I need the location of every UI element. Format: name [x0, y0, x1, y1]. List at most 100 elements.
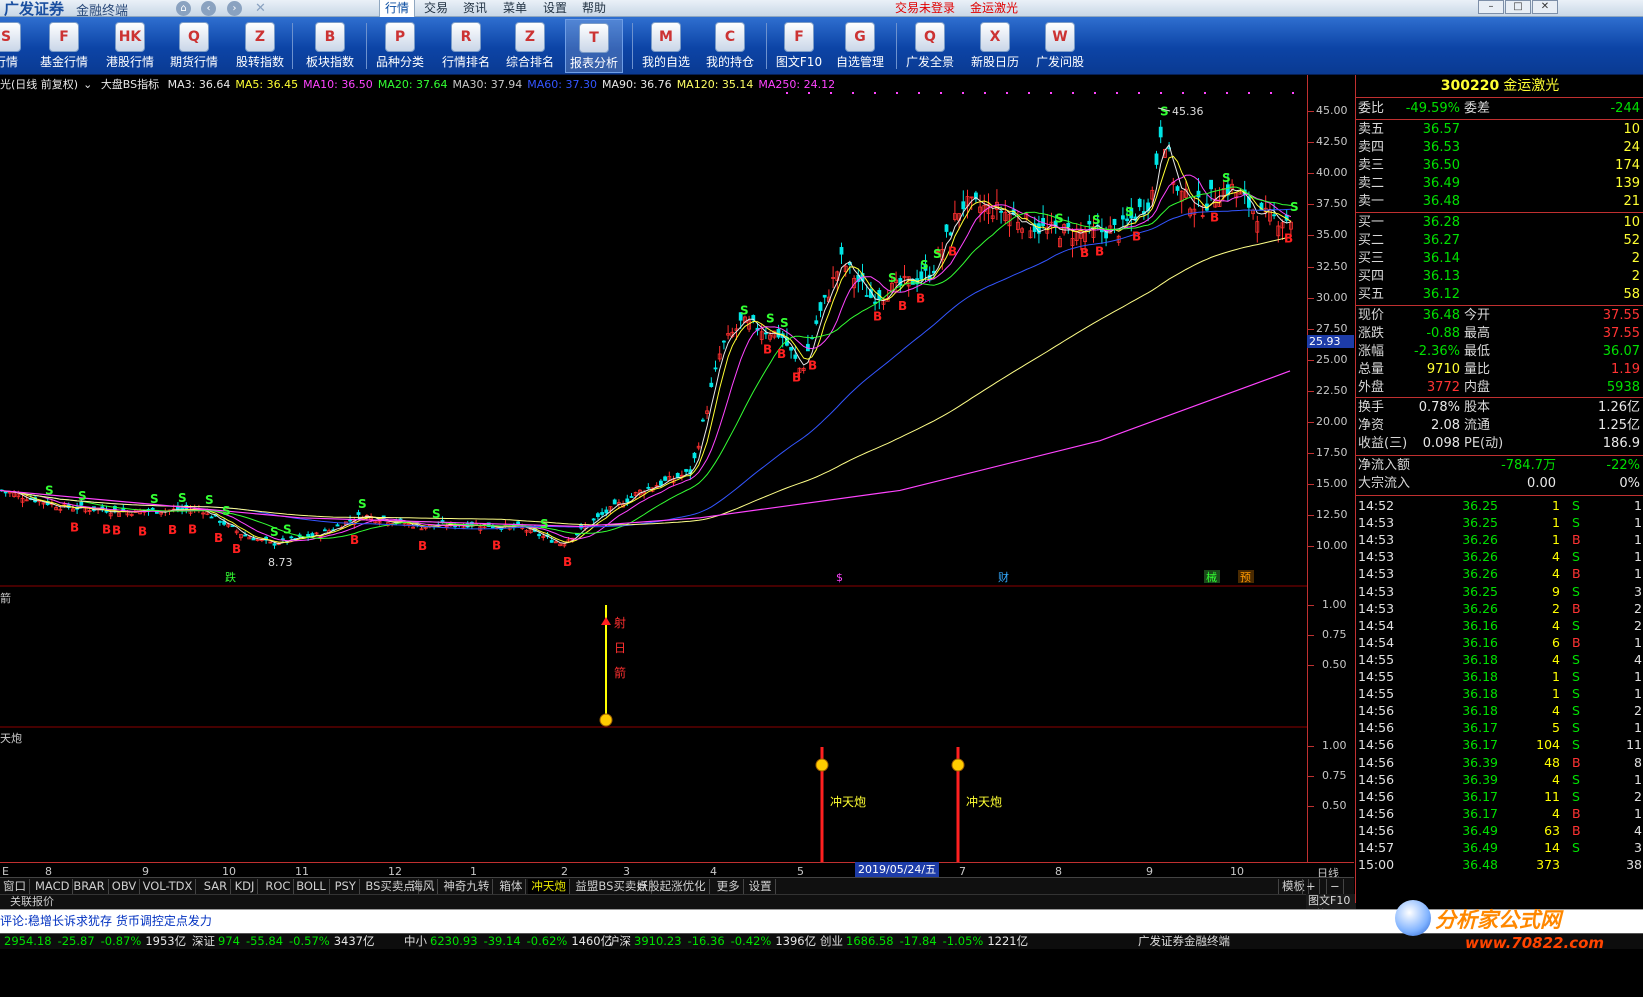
indicator-tab-7[interactable]: ROC	[262, 879, 295, 894]
indicator-tab-17[interactable]: 更多	[714, 879, 744, 894]
tab-right-1[interactable]: +	[1302, 879, 1320, 894]
chart-area[interactable]: BBBBBBBBBBBBBBBBBBBBBBBBBSSSSSSSSSSSSSSS…	[0, 75, 1308, 903]
toolbar-button-15[interactable]: X 新股日历	[965, 19, 1025, 73]
toolbar-button-6[interactable]: P 品种分类	[370, 19, 430, 73]
indicator-tab-6[interactable]: KDJ	[232, 879, 259, 894]
ma-legend: 光(日线 前复权) ⌄ 大盘BS指标 MA3: 36.64 MA5: 36.45 MA…	[0, 78, 845, 92]
toolbar-button-14[interactable]: Q 广发全景	[900, 19, 960, 73]
close-button[interactable]: ✕	[1532, 0, 1558, 14]
tools-icon[interactable]: ✕	[253, 1, 268, 16]
indicator-tab-8[interactable]: BOLL	[293, 879, 330, 894]
buy-marker: B	[1284, 232, 1293, 246]
news-text[interactable]: 评论:稳增长诉求犹存 货币调控定点发力	[0, 914, 212, 928]
indicator-tab-1[interactable]: MACD	[32, 879, 74, 894]
toolbar-button-10[interactable]: M 我的自选	[636, 19, 696, 73]
y-label: 42.50	[1316, 135, 1348, 149]
indicator-tab-13[interactable]: 箱体	[496, 879, 527, 894]
login-status[interactable]: 交易未登录	[895, 0, 955, 16]
quote-panel: 300220 金运激光 委比 -49.59% 委差 -244 卖五 36.57 10 卖四 36.5…	[1355, 75, 1643, 903]
indicator-tab-12[interactable]: 神奇九转	[440, 879, 494, 894]
related-quotes-bar[interactable]: 关联报价	[0, 894, 1354, 909]
tick-row-17: 14:56 36.17 11 S 2	[1358, 788, 1642, 804]
bid-row-0[interactable]: 买一 36.28 10	[1356, 214, 1643, 232]
back-icon[interactable]: ‹	[201, 1, 216, 16]
candle	[663, 476, 667, 481]
menu-4[interactable]: 设置	[538, 0, 572, 17]
toolbar-button-13[interactable]: G 自选管理	[830, 19, 890, 73]
f10-link[interactable]: 图文F10笔	[1306, 894, 1356, 921]
maximize-button[interactable]: □	[1505, 0, 1531, 14]
y-tick	[1308, 635, 1314, 636]
toolbar-button-3[interactable]: Q 期货行情	[164, 19, 224, 73]
y-tick	[1308, 173, 1314, 175]
indicator-tab-18[interactable]: 设置	[746, 879, 776, 894]
candle	[1158, 126, 1163, 138]
ask-row-1[interactable]: 卖四 36.53 24	[1356, 139, 1643, 157]
toolbar-button-4[interactable]: Z 股转指数	[230, 19, 290, 73]
menu-3[interactable]: 菜单	[498, 0, 532, 17]
minimize-button[interactable]: –	[1478, 0, 1504, 14]
tab-right-2[interactable]: −	[1326, 879, 1344, 894]
buy-marker: B	[102, 523, 111, 537]
toolbar-button-9[interactable]: T 报表分析	[565, 19, 623, 73]
indicator-tab-14[interactable]: 冲天炮	[528, 879, 570, 894]
indicator-tab-0[interactable]: 窗口	[0, 879, 30, 894]
home-icon[interactable]: ⌂	[176, 1, 191, 16]
indicator-tab-4[interactable]: VOL-TDX	[140, 879, 197, 894]
toolbar-button-12[interactable]: F 图文F10	[770, 19, 828, 73]
signal-dot-top	[984, 92, 986, 94]
indicator-tab-11[interactable]: 海风	[408, 879, 439, 894]
ask-row-0[interactable]: 卖五 36.57 10	[1356, 121, 1643, 139]
event-marker-1: $	[836, 571, 843, 584]
sell-marker: S	[283, 522, 292, 536]
toolbar-icon-5: B	[315, 22, 345, 52]
panel3-title: 天炮	[0, 732, 22, 745]
menu-5[interactable]: 帮助	[577, 0, 611, 17]
indicator-tab-2[interactable]: BRAR	[70, 879, 109, 894]
candle	[789, 346, 793, 351]
tick-row-2: 14:53 36.26 1 B 1	[1358, 532, 1642, 548]
bid-row-2[interactable]: 买三 36.14 2	[1356, 250, 1643, 268]
bid-row-3[interactable]: 买四 36.13 2	[1356, 268, 1643, 286]
indicator-tab-5[interactable]: SAR	[201, 879, 232, 894]
chart-title[interactable]: 光(日线 前复权)	[0, 78, 78, 91]
indicator-tab-9[interactable]: PSY	[332, 879, 360, 894]
indicator-name[interactable]: 大盘BS指标	[101, 78, 159, 91]
menu-0[interactable]: 行情	[379, 0, 416, 18]
indicator-tab-16[interactable]: 妖股起涨优化	[634, 879, 710, 894]
index-4[interactable]: 创业 1686.58 -17.84 -1.05% 1221亿	[820, 934, 1028, 949]
related-quotes-label[interactable]: 关联报价	[10, 895, 54, 908]
toolbar-label-11: 我的持仓	[705, 55, 754, 69]
candle	[793, 354, 798, 359]
ask-row-2[interactable]: 卖三 36.50 174	[1356, 157, 1643, 175]
candle	[243, 534, 248, 537]
toolbar-button-5[interactable]: B 板块指数	[300, 19, 360, 73]
candle	[217, 520, 222, 523]
title-menu-bar: 广发证券 金融终端 ⌂ ‹ › ✕ 行情 交易 资讯 菜单 设置 帮助 交易未登录 金运激…	[0, 0, 1643, 19]
y-label: 15.00	[1316, 477, 1348, 491]
candle	[591, 518, 596, 521]
candle	[209, 516, 214, 519]
index-2[interactable]: 中小 6230.93 -39.14 -0.62% 1460亿	[404, 934, 612, 949]
signal-dot-top	[1006, 92, 1008, 94]
bid-row-4[interactable]: 买五 36.12 58	[1356, 286, 1643, 304]
toolbar-button-1[interactable]: F 基金行情	[34, 19, 94, 73]
toolbar-button-11[interactable]: C 我的持仓	[700, 19, 760, 73]
index-0[interactable]: 2954.18 -25.87 -0.87% 1953亿	[4, 934, 186, 949]
toolbar-button-8[interactable]: Z 综合排名	[500, 19, 560, 73]
index-1[interactable]: 深证 974 -55.84 -0.57% 3437亿	[192, 934, 375, 949]
menu-1[interactable]: 交易	[419, 0, 453, 17]
toolbar-button-2[interactable]: HK 港股行情	[100, 19, 160, 73]
candle	[289, 536, 294, 539]
indicator-tab-3[interactable]: OBV	[109, 879, 141, 894]
bid-row-1[interactable]: 买二 36.27 52	[1356, 232, 1643, 250]
menu-2[interactable]: 资讯	[458, 0, 492, 17]
toolbar-button-16[interactable]: W 广发问股	[1030, 19, 1090, 73]
index-3[interactable]: 沪深 3910.23 -16.36 -0.42% 1396亿	[608, 934, 816, 949]
toolbar-button-0[interactable]: S 行情	[0, 19, 28, 73]
ask-row-4[interactable]: 卖一 36.48 21	[1356, 193, 1643, 211]
indicator-chevron-icon[interactable]: ⌄	[83, 78, 92, 91]
forward-icon[interactable]: ›	[227, 1, 242, 16]
toolbar-button-7[interactable]: R 行情排名	[435, 19, 497, 73]
ask-row-3[interactable]: 卖二 36.49 139	[1356, 175, 1643, 193]
